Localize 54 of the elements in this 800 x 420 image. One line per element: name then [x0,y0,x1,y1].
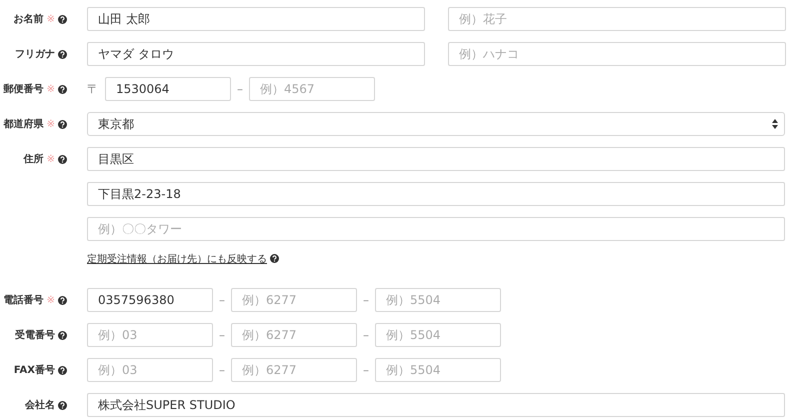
help-icon[interactable] [58,84,67,94]
input-field[interactable]: 例）ハナコ [448,42,786,66]
input-field[interactable]: 例）6277 [231,358,357,382]
postal-mark: 〒 [87,80,99,98]
help-icon[interactable] [58,400,67,410]
required-mark: ※ [46,14,55,24]
separator: – [219,328,225,342]
help-icon[interactable] [58,14,67,24]
field-label: 住所 [24,152,44,166]
input-field[interactable]: 例）5504 [375,323,501,347]
required-mark: ※ [46,294,55,306]
separator: – [363,293,369,307]
input-field[interactable]: ヤマダ タロウ [87,42,425,66]
field-label: 都道府県 [4,117,44,131]
help-icon[interactable] [58,330,67,340]
input-field[interactable]: 例）5504 [375,358,501,382]
separator: – [237,82,243,96]
help-icon[interactable] [58,366,67,374]
help-icon[interactable] [58,120,67,128]
reflect-link[interactable]: 定期受注情報（お届け先）にも反映する [87,252,267,266]
field-label: FAX番号 [14,364,55,377]
input-field[interactable]: 山田 太郎 [87,7,425,31]
input-field[interactable]: 例）5504 [375,288,501,312]
field-label: 電話番号 [4,294,44,307]
separator: – [363,328,369,342]
prefecture-select[interactable]: 東京都 [87,112,785,136]
separator: – [219,293,225,307]
field-label: 受電番号 [15,328,55,342]
input-field[interactable]: 例）6277 [231,323,357,347]
required-mark: ※ [46,118,55,130]
input-field[interactable]: 例）花子 [448,7,786,31]
separator: – [219,363,225,377]
input-field[interactable]: 株式会社SUPER STUDIO [87,393,785,417]
input-field[interactable]: 例）03 [87,358,213,382]
field-label: フリガナ [15,48,55,61]
separator: – [363,363,369,377]
input-field[interactable]: 下目黒2-23-18 [87,182,785,206]
field-label: 会社名 [25,398,55,412]
input-field[interactable]: 例）6277 [231,288,357,312]
input-field[interactable]: 例）〇〇タワー [87,217,785,241]
input-field[interactable]: 目黒区 [87,147,785,171]
field-label: お名前 [14,12,44,26]
help-icon[interactable] [270,254,279,263]
field-label: 郵便番号 [4,82,44,96]
input-field[interactable]: 1530064 [105,77,231,101]
caret-icon [772,119,778,129]
required-mark: ※ [46,84,55,94]
required-mark: ※ [46,154,55,164]
help-icon[interactable] [58,154,67,164]
input-field[interactable]: 0357596380 [87,288,213,312]
input-field[interactable]: 例）03 [87,323,213,347]
help-icon[interactable] [58,296,67,304]
help-icon[interactable] [58,50,67,58]
input-field[interactable]: 例）4567 [249,77,375,101]
